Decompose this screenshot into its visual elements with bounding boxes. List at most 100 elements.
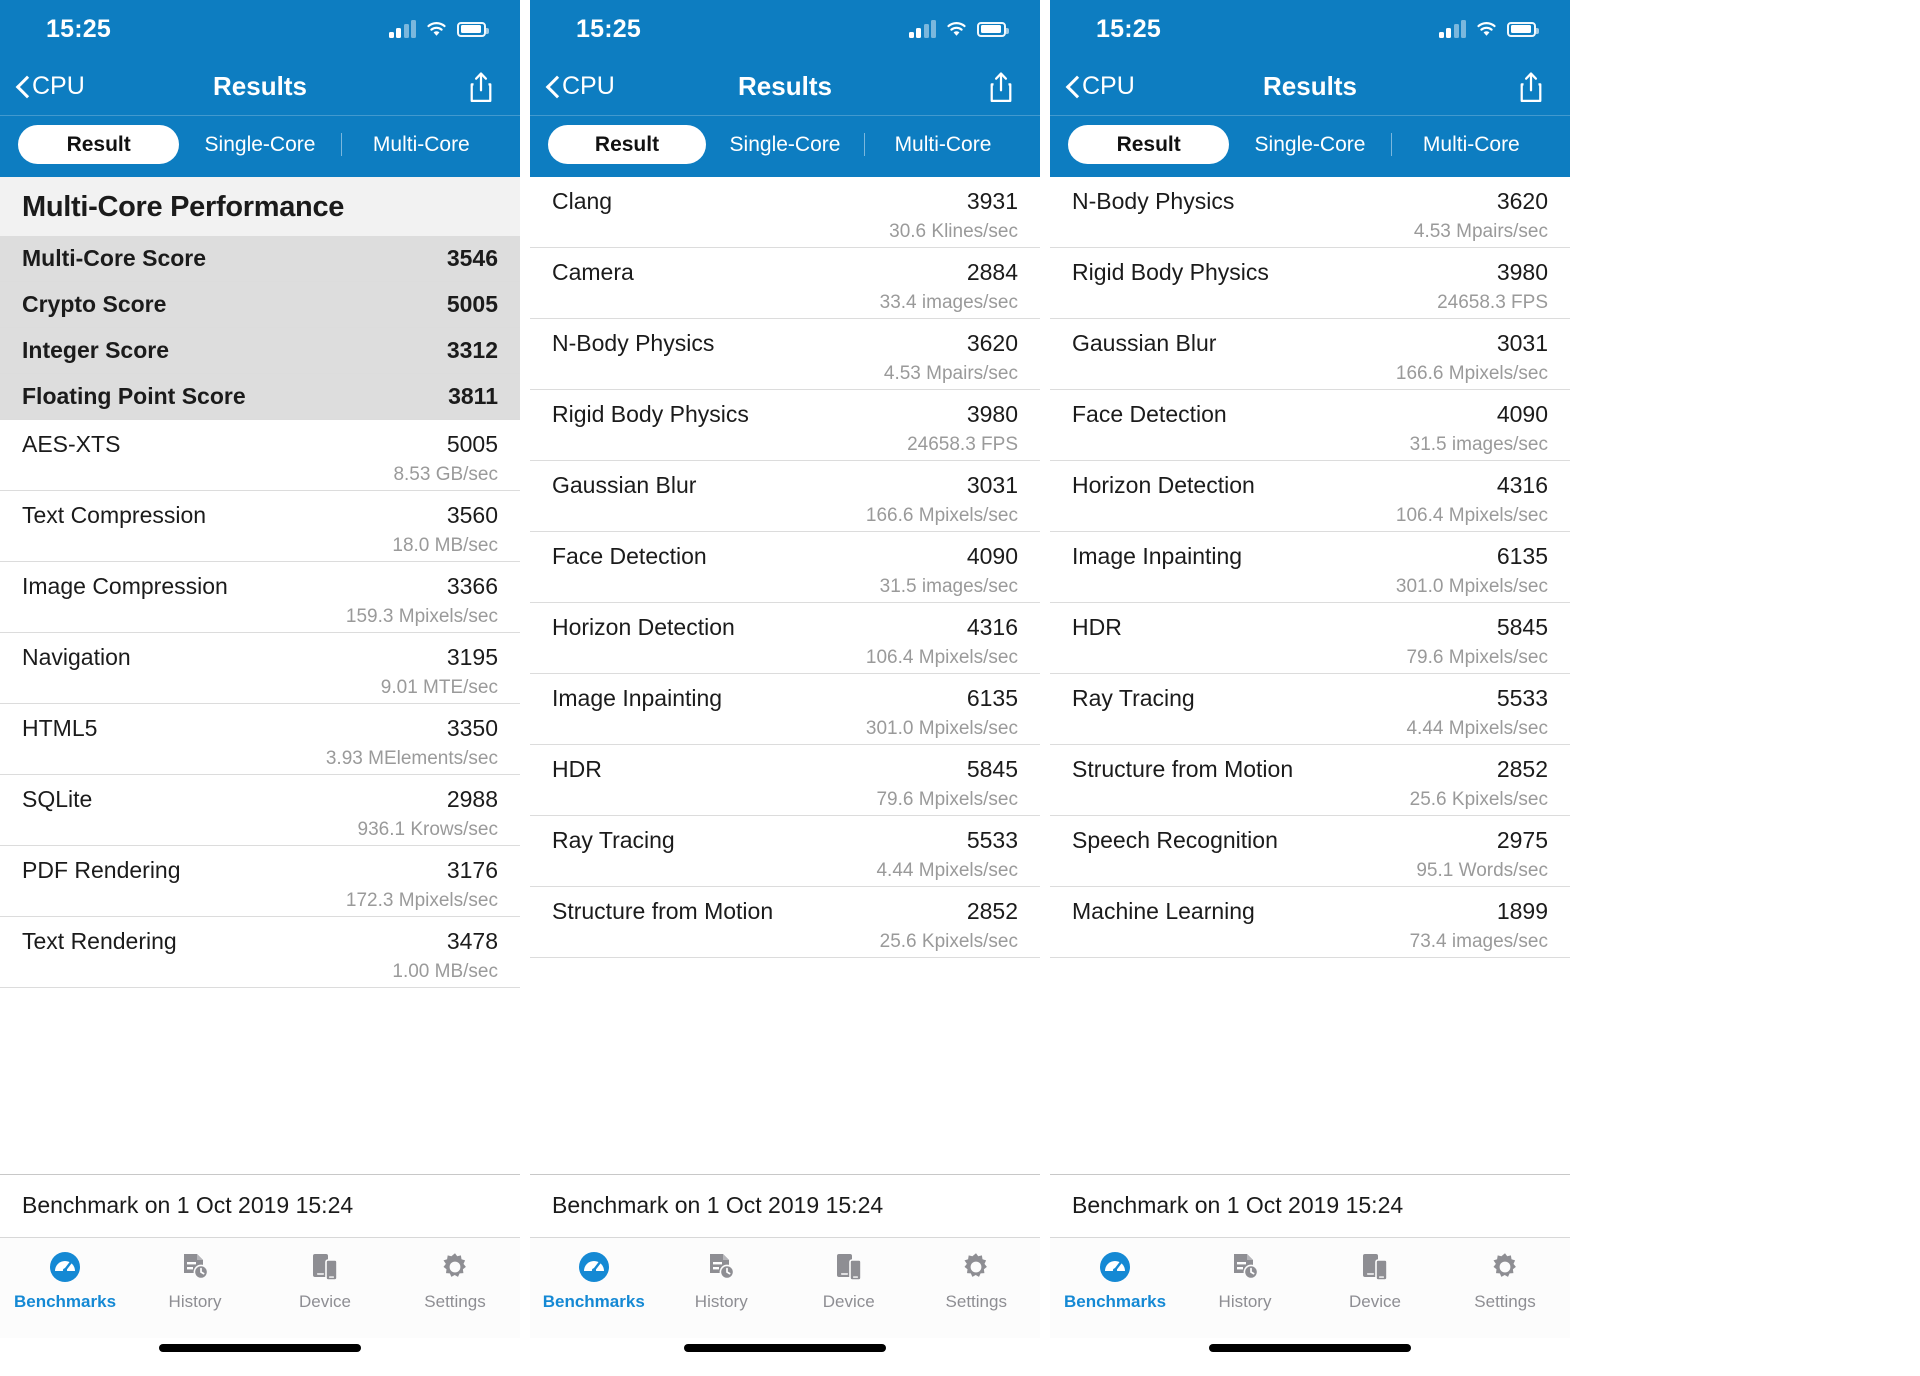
table-row[interactable]: Horizon Detection 4316 106.4 Mpixels/sec	[1050, 461, 1570, 532]
chevron-left-icon	[1066, 76, 1079, 98]
gear-icon	[438, 1248, 472, 1286]
table-row[interactable]: Text Rendering 3478 1.00 MB/sec	[0, 917, 520, 988]
table-row[interactable]: Crypto Score 5005	[0, 282, 520, 328]
tab-settings[interactable]: Settings	[1440, 1248, 1570, 1312]
table-row[interactable]: Machine Learning 1899 73.4 images/sec	[1050, 887, 1570, 958]
table-row[interactable]: Image Inpainting 6135 301.0 Mpixels/sec	[530, 674, 1040, 745]
table-row[interactable]: Rigid Body Physics 3980 24658.3 FPS	[530, 390, 1040, 461]
row-subvalue: 31.5 images/sec	[879, 575, 1018, 597]
row-subvalue: 33.4 images/sec	[879, 291, 1018, 313]
segmented-control[interactable]: Result Single-Core Multi-Core	[18, 125, 502, 164]
tab-benchmarks[interactable]: Benchmarks	[1050, 1248, 1180, 1312]
table-row[interactable]: SQLite 2988 936.1 Krows/sec	[0, 775, 520, 846]
row-value: 2884	[966, 258, 1018, 285]
row-subvalue: 25.6 Kpixels/sec	[1409, 788, 1548, 810]
table-row[interactable]: Face Detection 4090 31.5 images/sec	[530, 532, 1040, 603]
table-row[interactable]: Structure from Motion 2852 25.6 Kpixels/…	[530, 887, 1040, 958]
tab-multi-core[interactable]: Multi-Core	[340, 125, 502, 164]
row-subvalue: 9.01 MTE/sec	[380, 676, 498, 698]
row-subvalue: 8.53 GB/sec	[393, 463, 498, 485]
phone-screen-2: 15:25 CPU Results Result Single-Core Mul…	[530, 0, 1040, 1376]
results-list-3[interactable]: N-Body Physics 3620 4.53 Mpairs/sec Rigi…	[1050, 177, 1570, 1174]
table-row[interactable]: Ray Tracing 5533 4.44 Mpixels/sec	[1050, 674, 1570, 745]
results-list-1[interactable]: Multi-Core Performance Multi-Core Score …	[0, 177, 520, 1174]
gear-icon	[1488, 1248, 1522, 1286]
table-row[interactable]: Ray Tracing 5533 4.44 Mpixels/sec	[530, 816, 1040, 887]
table-row[interactable]: HTML5 3350 3.93 MElements/sec	[0, 704, 520, 775]
share-icon[interactable]	[988, 71, 1014, 103]
table-row[interactable]: N-Body Physics 3620 4.53 Mpairs/sec	[530, 319, 1040, 390]
table-row[interactable]: Floating Point Score 3811	[0, 374, 520, 420]
table-row[interactable]: Image Compression 3366 159.3 Mpixels/sec	[0, 562, 520, 633]
table-row[interactable]: Multi-Core Score 3546	[0, 236, 520, 282]
home-indicator[interactable]	[159, 1344, 361, 1352]
three-phone-screenshots: 15:25 CPU Results Result Single-Core Mul…	[0, 0, 1920, 1376]
tab-result[interactable]: Result	[18, 125, 180, 164]
tab-benchmarks[interactable]: Benchmarks	[530, 1248, 658, 1312]
tab-history[interactable]: History	[1180, 1248, 1310, 1312]
row-label: Horizon Detection	[552, 613, 735, 640]
back-button[interactable]: CPU	[546, 72, 615, 101]
table-row[interactable]: Rigid Body Physics 3980 24658.3 FPS	[1050, 248, 1570, 319]
table-row[interactable]: Horizon Detection 4316 106.4 Mpixels/sec	[530, 603, 1040, 674]
navigation-bar: CPU Results	[0, 58, 520, 116]
row-value: 3620	[1496, 187, 1548, 214]
tab-device[interactable]: Device	[260, 1248, 390, 1312]
tab-device[interactable]: Device	[785, 1248, 913, 1312]
row-subvalue: 24658.3 FPS	[907, 433, 1018, 455]
table-row[interactable]: Face Detection 4090 31.5 images/sec	[1050, 390, 1570, 461]
row-subvalue: 106.4 Mpixels/sec	[1395, 504, 1548, 526]
segmented-control[interactable]: Result Single-Core Multi-Core	[1068, 125, 1552, 164]
tab-history[interactable]: History	[130, 1248, 260, 1312]
home-indicator[interactable]	[1209, 1344, 1411, 1352]
share-icon[interactable]	[1518, 71, 1544, 103]
tab-single-core[interactable]: Single-Core	[179, 125, 340, 164]
status-clock: 15:25	[576, 14, 641, 43]
tab-device[interactable]: Device	[1310, 1248, 1440, 1312]
share-icon[interactable]	[468, 71, 494, 103]
battery-icon	[977, 21, 1009, 37]
speedometer-icon	[1098, 1248, 1132, 1286]
tab-history[interactable]: History	[658, 1248, 786, 1312]
tab-multi-core[interactable]: Multi-Core	[864, 125, 1022, 164]
tab-multi-core[interactable]: Multi-Core	[1390, 125, 1552, 164]
table-row[interactable]: HDR 5845 79.6 Mpixels/sec	[1050, 603, 1570, 674]
wifi-icon	[427, 21, 446, 36]
segmented-control-container: Result Single-Core Multi-Core	[530, 116, 1040, 177]
row-value: 3312	[446, 337, 498, 363]
chevron-left-icon	[546, 76, 559, 98]
row-value: 4090	[1496, 400, 1548, 427]
back-button[interactable]: CPU	[1066, 72, 1135, 101]
row-value: 2852	[966, 897, 1018, 924]
row-label: Horizon Detection	[1072, 471, 1255, 498]
row-value: 5533	[966, 826, 1018, 853]
table-row[interactable]: Gaussian Blur 3031 166.6 Mpixels/sec	[530, 461, 1040, 532]
table-row[interactable]: PDF Rendering 3176 172.3 Mpixels/sec	[0, 846, 520, 917]
tab-result[interactable]: Result	[1068, 125, 1230, 164]
table-row[interactable]: N-Body Physics 3620 4.53 Mpairs/sec	[1050, 177, 1570, 248]
row-subvalue: 172.3 Mpixels/sec	[345, 889, 498, 911]
table-row[interactable]: Image Inpainting 6135 301.0 Mpixels/sec	[1050, 532, 1570, 603]
table-row[interactable]: AES-XTS 5005 8.53 GB/sec	[0, 420, 520, 491]
tab-settings[interactable]: Settings	[913, 1248, 1041, 1312]
tab-single-core[interactable]: Single-Core	[706, 125, 864, 164]
tab-single-core[interactable]: Single-Core	[1229, 125, 1390, 164]
table-row[interactable]: Clang 3931 30.6 Klines/sec	[530, 177, 1040, 248]
tab-settings[interactable]: Settings	[390, 1248, 520, 1312]
cellular-signal-icon	[388, 20, 416, 38]
table-row[interactable]: Gaussian Blur 3031 166.6 Mpixels/sec	[1050, 319, 1570, 390]
table-row[interactable]: Text Compression 3560 18.0 MB/sec	[0, 491, 520, 562]
table-row[interactable]: Navigation 3195 9.01 MTE/sec	[0, 633, 520, 704]
tab-result[interactable]: Result	[548, 125, 706, 164]
table-row[interactable]: Integer Score 3312	[0, 328, 520, 374]
table-row[interactable]: Speech Recognition 2975 95.1 Words/sec	[1050, 816, 1570, 887]
tab-benchmarks[interactable]: Benchmarks	[0, 1248, 130, 1312]
back-button[interactable]: CPU	[16, 72, 85, 101]
table-row[interactable]: Camera 2884 33.4 images/sec	[530, 248, 1040, 319]
table-row[interactable]: HDR 5845 79.6 Mpixels/sec	[530, 745, 1040, 816]
home-indicator[interactable]	[684, 1344, 886, 1352]
row-subvalue: 166.6 Mpixels/sec	[1395, 362, 1548, 384]
segmented-control[interactable]: Result Single-Core Multi-Core	[548, 125, 1022, 164]
results-list-2[interactable]: Clang 3931 30.6 Klines/sec Camera 2884 3…	[530, 177, 1040, 1174]
table-row[interactable]: Structure from Motion 2852 25.6 Kpixels/…	[1050, 745, 1570, 816]
